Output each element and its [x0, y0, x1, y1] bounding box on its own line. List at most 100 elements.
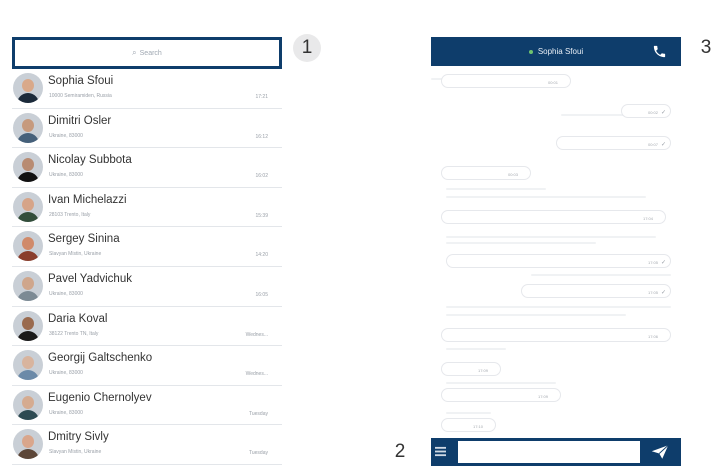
avatar	[13, 389, 43, 420]
avatar-face	[22, 79, 34, 92]
contact-time: 17:21	[255, 94, 268, 100]
avatar-face	[22, 356, 34, 370]
incoming-message: 17:04	[441, 210, 666, 224]
contact-row[interactable]: Nicolay Subbota Ukraine, 83000 16:02	[12, 148, 282, 188]
menu-icon[interactable]	[435, 446, 446, 457]
message-text-line	[446, 412, 491, 414]
contact-location: Slavyan Mistin, Ukraine	[49, 251, 102, 258]
avatar-face	[22, 237, 34, 251]
contact-row[interactable]: Sophia Sfoui 10000 Semiramiden, Russia 17:…	[12, 69, 282, 109]
incoming-message: 17:09	[441, 362, 501, 376]
chat-contact-name: Sophia Sfoui	[537, 47, 584, 56]
avatar-body	[17, 132, 39, 143]
contact-row[interactable]: Georgij Galtschenko Ukraine, 83000 Wednes.…	[12, 346, 282, 386]
contact-row[interactable]: Sergey Sinina Slavyan Mistin, Ukraine 14:2…	[12, 227, 282, 267]
contact-row[interactable]: Dmitry Sivly Slavyan Mistin, Ukraine Tuesd…	[12, 425, 282, 465]
avatar-body	[17, 211, 39, 222]
avatar-body	[17, 330, 39, 341]
read-check-icon: ✓	[660, 290, 666, 296]
avatar-body	[17, 251, 39, 262]
outgoing-message: 00:07 ✓	[556, 136, 671, 150]
outgoing-message: 17:05 ✓	[446, 254, 671, 268]
phone-icon[interactable]	[652, 44, 667, 59]
contact-name: Sophia Sfoui	[48, 75, 114, 87]
message-text-line	[446, 382, 556, 384]
contact-time: Wednes...	[245, 371, 268, 378]
contact-location: Ukraine, 83000	[49, 290, 83, 297]
incoming-message: 00:01	[441, 74, 571, 88]
avatar-body	[17, 370, 39, 381]
incoming-message: 17:10	[441, 418, 496, 432]
contact-name: Ivan Michelazzi	[48, 193, 127, 206]
avatar-face	[22, 276, 34, 290]
chat-messages: 00:01 00:02 ✓ 00:07 ✓ 00:03 17:04 17:05 ✓ 17:05 ✓ 1…	[431, 66, 681, 438]
contact-time: Wednes...	[245, 331, 268, 338]
avatar-face	[22, 197, 34, 211]
online-status-dot	[528, 49, 533, 54]
message-time: 17:09	[537, 394, 548, 399]
avatar-body	[17, 449, 39, 460]
contact-name: Daria Koval	[48, 312, 108, 325]
message-time: 17:10	[472, 424, 483, 429]
contact-name: Georgij Galtschenko	[48, 352, 153, 365]
read-check-icon: ✓	[660, 110, 666, 116]
contact-name: Nicolay Subbota	[48, 154, 132, 167]
search-input[interactable]: ⌕ Search	[15, 40, 279, 66]
read-check-icon: ✓	[660, 260, 666, 266]
contact-time: 16:05	[255, 291, 268, 298]
avatar	[13, 112, 43, 143]
contact-location: Slavyan Mistin, Ukraine	[49, 449, 102, 456]
incoming-message: 00:03	[441, 166, 531, 180]
contact-time: Tuesday	[249, 450, 268, 457]
contact-time: 16:12	[255, 133, 268, 140]
send-icon[interactable]	[651, 444, 669, 460]
annotation-badge-3: 3	[700, 37, 712, 58]
contact-row[interactable]: Daria Koval 38122 Trento TN, Italy Wednes.…	[12, 307, 282, 347]
contact-time: 15:39	[255, 212, 268, 219]
message-text-line	[446, 242, 596, 244]
contact-row[interactable]: Eugenio Chernolyev Ukraine, 83000 Tuesday	[12, 386, 282, 426]
contact-row[interactable]: Pavel Yadvichuk Ukraine, 83000 16:05	[12, 267, 282, 307]
message-input[interactable]	[458, 441, 640, 463]
avatar-face	[22, 316, 34, 330]
avatar	[13, 152, 43, 183]
message-text-line	[446, 348, 506, 350]
avatar	[13, 191, 43, 222]
contact-row[interactable]: Ivan Michelazzi 28103 Trento, Italy 15:39	[12, 188, 282, 228]
message-time: 00:02	[647, 110, 658, 115]
contact-name: Sergey Sinina	[48, 233, 120, 246]
avatar	[13, 350, 43, 381]
contact-name: Dimitri Osler	[48, 114, 112, 127]
message-text-line	[446, 188, 546, 190]
contact-location: Ukraine, 83000	[49, 132, 83, 139]
incoming-message: 17:06	[441, 328, 671, 342]
message-text-line	[446, 306, 671, 308]
contact-name: Dmitry Sivly	[48, 431, 109, 444]
chat-header: Sophia Sfoui	[431, 37, 681, 66]
contact-location: 38122 Trento TN, Italy	[49, 330, 99, 337]
message-time: 00:01	[547, 80, 558, 85]
contact-location: Ukraine, 83000	[49, 370, 83, 377]
avatar	[13, 231, 43, 262]
outgoing-message: 17:05 ✓	[521, 284, 671, 298]
contact-location: 10000 Semiramiden, Russia	[49, 93, 112, 99]
search-placeholder: Search	[139, 49, 162, 57]
contact-location: Ukraine, 83000	[49, 409, 83, 416]
contact-name: Eugenio Chernolyev	[48, 391, 152, 404]
chat-input-bar	[431, 438, 681, 466]
message-time: 17:09	[477, 368, 488, 373]
message-time: 17:05	[647, 290, 658, 295]
avatar-body	[17, 172, 39, 183]
message-time: 17:05	[647, 260, 658, 265]
annotation-badge-2: 2	[394, 441, 406, 462]
message-text-line	[446, 196, 646, 198]
contact-name: Pavel Yadvichuk	[48, 272, 132, 285]
avatar	[13, 270, 43, 301]
message-time: 17:04	[642, 216, 653, 221]
contact-row[interactable]: Dimitri Osler Ukraine, 83000 16:12	[12, 109, 282, 149]
avatar-body	[17, 93, 39, 103]
annotation-badge-1: 1	[293, 34, 321, 62]
contact-time: 16:02	[255, 173, 268, 180]
message-text-line	[446, 236, 656, 238]
search-bar: ⌕ Search	[12, 37, 282, 69]
